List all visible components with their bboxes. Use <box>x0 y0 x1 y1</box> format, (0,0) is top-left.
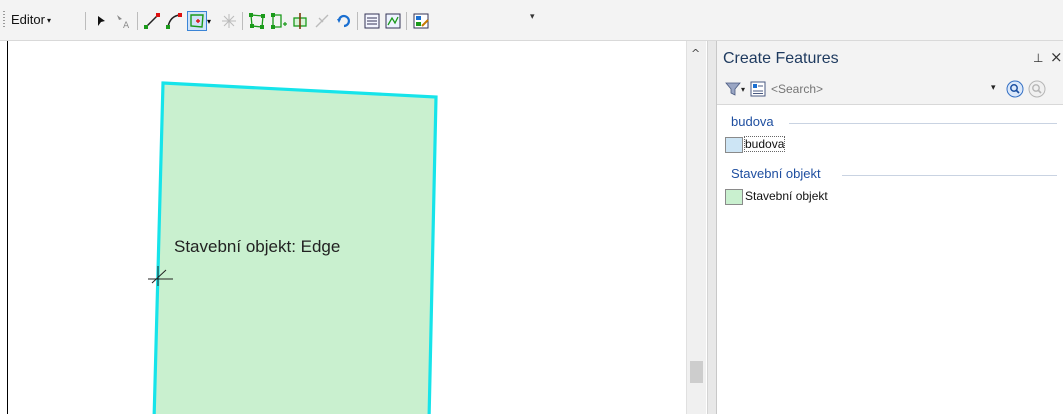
toolbar-separator <box>357 12 358 30</box>
search-icon[interactable] <box>1006 80 1024 98</box>
map-canvas[interactable] <box>8 41 686 414</box>
sketch-properties-icon[interactable] <box>384 12 402 30</box>
toolbar-separator <box>242 12 243 30</box>
organize-templates-icon[interactable] <box>750 81 766 97</box>
template-label: budova <box>743 136 786 152</box>
group-divider <box>842 175 1057 176</box>
search-input[interactable] <box>771 80 981 98</box>
panel-splitter[interactable] <box>707 41 717 414</box>
chevron-up-icon[interactable]: ^ <box>691 47 700 60</box>
split-tool-icon[interactable] <box>313 12 331 30</box>
template-item-stavebni-objekt[interactable]: Stavební objekt <box>725 188 1045 208</box>
cut-polygons-icon[interactable] <box>291 12 309 30</box>
trace-tool-icon[interactable] <box>187 11 207 31</box>
template-item-budova[interactable]: budova <box>725 136 1045 156</box>
template-swatch <box>725 137 743 153</box>
group-divider <box>789 123 1057 124</box>
map-view[interactable]: Stavební objekt: Edge <box>8 41 686 414</box>
chevron-down-icon[interactable]: ▾ <box>741 85 745 94</box>
edit-tool-icon[interactable] <box>92 12 110 30</box>
close-icon[interactable]: × <box>1050 48 1063 66</box>
search-options-icon[interactable] <box>1028 80 1046 98</box>
filter-icon[interactable] <box>725 81 741 97</box>
panel-title: Create Features <box>723 50 839 67</box>
toolbar-separator <box>137 12 138 30</box>
create-features-panel: Create Features ⊥ × ▾ ▾ budova <box>717 41 1063 414</box>
editor-toolbar: Editor ▾ A ▾ ▾ <box>0 0 1063 40</box>
attributes-icon[interactable] <box>363 12 381 30</box>
template-label: Stavební objekt <box>745 189 828 203</box>
edit-vertices-icon[interactable] <box>248 12 266 30</box>
chevron-down-icon[interactable]: ▾ <box>991 83 996 93</box>
chevron-down-icon: ▾ <box>46 16 51 25</box>
svg-text:A: A <box>123 21 130 30</box>
straight-segment-icon[interactable] <box>143 12 161 30</box>
toolbar-separator <box>406 12 407 30</box>
chevron-down-icon[interactable]: ▾ <box>207 17 215 26</box>
map-scrollbar[interactable]: ^ <box>686 41 706 414</box>
panel-toolbar: ▾ ▾ <box>717 75 1063 105</box>
toolbar-overflow-icon[interactable]: ▾ <box>530 12 535 22</box>
editor-menu-button[interactable]: Editor ▾ <box>11 12 51 27</box>
map-tooltip-label: Stavební objekt: Edge <box>174 237 341 256</box>
pin-icon[interactable]: ⊥ <box>1033 51 1043 65</box>
reshape-feature-icon[interactable] <box>270 12 288 30</box>
template-group-header[interactable]: budova <box>731 114 774 129</box>
rotate-tool-icon[interactable] <box>335 12 353 30</box>
panel-header: Create Features ⊥ × <box>717 41 1063 75</box>
scrollbar-thumb[interactable] <box>690 361 703 383</box>
template-swatch <box>725 189 743 205</box>
end-point-arc-icon[interactable] <box>165 12 183 30</box>
template-group-header[interactable]: Stavební objekt <box>731 166 821 181</box>
toolbar-grip[interactable] <box>3 11 5 29</box>
create-features-window-icon[interactable] <box>412 12 430 30</box>
editor-menu-label: Editor <box>11 12 45 27</box>
toolbar-separator <box>85 12 86 30</box>
point-tool-icon[interactable] <box>220 12 238 30</box>
edit-annotation-tool-icon[interactable]: A <box>114 12 132 30</box>
